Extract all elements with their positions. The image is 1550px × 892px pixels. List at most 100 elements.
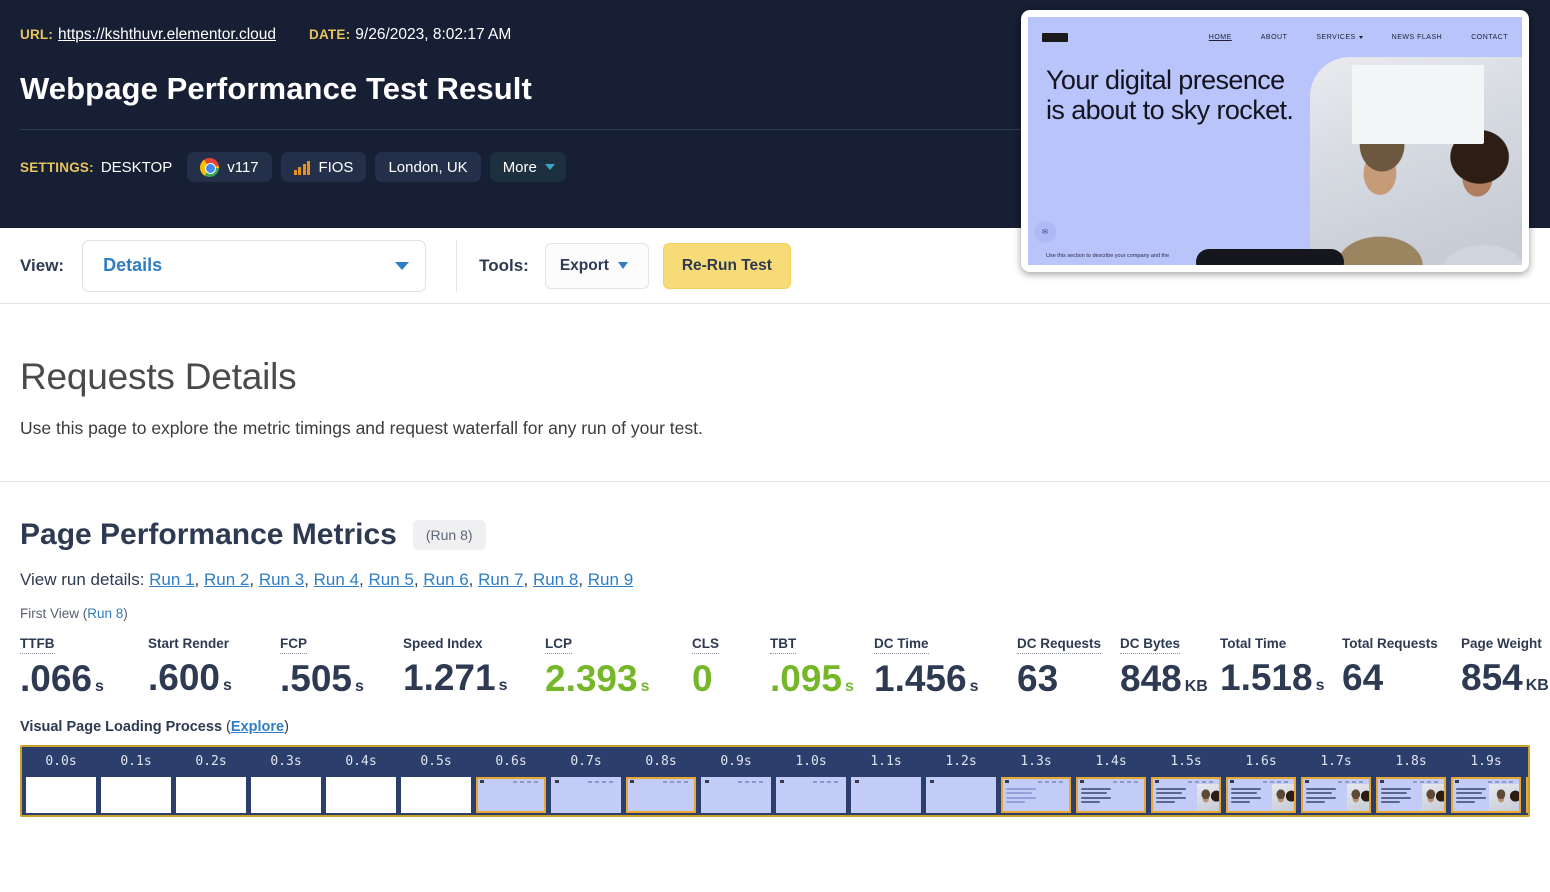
run-link-3[interactable]: Run 3 — [259, 570, 304, 589]
metric-unit: s — [845, 678, 854, 695]
metric-label[interactable]: DC Bytes — [1120, 637, 1180, 654]
run-link-4[interactable]: Run 4 — [314, 570, 359, 589]
first-view-run-link[interactable]: Run 8 — [87, 606, 123, 621]
metric-value: 64 — [1342, 659, 1461, 696]
frame-logo-mark — [1080, 780, 1084, 783]
metric-lcp: LCP2.393s — [545, 635, 692, 697]
filmstrip-frame[interactable]: 1.8s — [1376, 752, 1446, 809]
filmstrip-frame[interactable]: 0.2s — [176, 752, 246, 809]
frame-timestamp: 0.1s — [101, 752, 171, 768]
page-screenshot-preview[interactable]: HOME ABOUT SERVICES NEWS FLASH CONTACT Y… — [1021, 10, 1529, 272]
view-select[interactable]: Details — [82, 240, 426, 292]
filmstrip-frame[interactable]: 2.0s — [1526, 752, 1530, 809]
filmstrip-frame[interactable]: 0.9s — [701, 752, 771, 809]
run-link-9[interactable]: Run 9 — [588, 570, 633, 589]
frame-thumbnail — [1151, 777, 1221, 813]
metric-value: 1.271s — [403, 659, 545, 696]
metric-number: .505 — [280, 658, 352, 699]
browser-pill[interactable]: v117 — [187, 152, 271, 182]
export-button[interactable]: Export — [545, 243, 649, 289]
frame-timestamp: 1.7s — [1301, 752, 1371, 768]
frame-nav-marks — [513, 781, 541, 783]
metric-label[interactable]: LCP — [545, 637, 572, 654]
frame-logo-mark — [780, 780, 784, 783]
url-label: URL: — [20, 27, 53, 42]
signal-bars-icon — [294, 160, 311, 175]
filmstrip-frame[interactable]: 1.3s — [1001, 752, 1071, 809]
filmstrip-frame[interactable]: 0.8s — [626, 752, 696, 809]
metric-unit: KB — [1185, 678, 1208, 695]
frame-logo-mark — [1305, 780, 1309, 783]
frame-nav-marks — [1188, 781, 1216, 783]
frame-logo-mark — [1005, 780, 1009, 783]
filmstrip-frame[interactable]: 1.9s — [1451, 752, 1521, 809]
filmstrip-frame[interactable]: 0.1s — [101, 752, 171, 809]
frame-logo-mark — [480, 780, 484, 783]
filmstrip-frame[interactable]: 1.2s — [926, 752, 996, 809]
current-run-badge: (Run 8) — [413, 520, 486, 550]
metric-label[interactable]: CLS — [692, 637, 719, 654]
preview-hero-image — [1310, 57, 1522, 265]
metric-unit: s — [355, 678, 364, 695]
frame-hero-image — [1347, 784, 1369, 811]
filmstrip-frame[interactable]: 0.0s — [26, 752, 96, 809]
run-link-2[interactable]: Run 2 — [204, 570, 249, 589]
metric-dc-requests: DC Requests63 — [1017, 635, 1120, 697]
frame-timestamp: 1.1s — [851, 752, 921, 768]
filmstrip-frame[interactable]: 0.3s — [251, 752, 321, 809]
metric-label[interactable]: TTFB — [20, 637, 55, 654]
test-url-link[interactable]: https://kshthuvr.elementor.cloud — [58, 26, 276, 44]
metric-unit: KB — [1526, 677, 1549, 694]
run-link-8[interactable]: Run 8 — [533, 570, 578, 589]
metric-dc-bytes: DC Bytes848KB — [1120, 635, 1220, 697]
filmstrip-frame[interactable]: 1.7s — [1301, 752, 1371, 809]
filmstrip-frame[interactable]: 0.7s — [551, 752, 621, 809]
metric-value: 0 — [692, 660, 770, 697]
browser-version: v117 — [227, 160, 258, 175]
run-link-7[interactable]: Run 7 — [478, 570, 523, 589]
filmstrip-frame[interactable]: 1.6s — [1226, 752, 1296, 809]
more-label: More — [503, 160, 537, 175]
rerun-test-button[interactable]: Re-Run Test — [663, 243, 791, 289]
filmstrip-frame[interactable]: 1.1s — [851, 752, 921, 809]
metric-label[interactable]: DC Requests — [1017, 637, 1101, 654]
frame-timestamp: 1.8s — [1376, 752, 1446, 768]
frame-nav-marks — [1263, 781, 1291, 783]
filmstrip-frame[interactable]: 0.4s — [326, 752, 396, 809]
frame-headline-lines — [1081, 788, 1111, 806]
frame-thumbnail — [401, 777, 471, 813]
frame-thumbnail — [1301, 777, 1371, 813]
explore-link[interactable]: Explore — [231, 719, 284, 735]
metric-number: 2.393 — [545, 658, 638, 699]
location-pill[interactable]: London, UK — [375, 152, 480, 182]
run-link-6[interactable]: Run 6 — [423, 570, 468, 589]
frame-thumbnail — [251, 777, 321, 813]
requests-details-section: Requests Details Use this page to explor… — [0, 304, 1550, 482]
filmstrip-frame[interactable]: 1.4s — [1076, 752, 1146, 809]
run-links-list[interactable]: Run 1, Run 2, Run 3, Run 4, Run 5, Run 6… — [149, 570, 633, 589]
frame-hero-image — [1489, 784, 1519, 811]
more-settings-button[interactable]: More — [490, 152, 566, 182]
metric-label[interactable]: TBT — [770, 637, 796, 654]
connection-pill[interactable]: FIOS — [281, 152, 367, 182]
metric-label[interactable]: DC Time — [874, 637, 929, 654]
filmstrip-frame[interactable]: 0.6s — [476, 752, 546, 809]
metric-value: 1.518s — [1220, 659, 1342, 696]
frame-thumbnail — [551, 777, 621, 813]
separator: , — [578, 570, 587, 589]
separator: , — [414, 570, 423, 589]
filmstrip-frame[interactable]: 0.5s — [401, 752, 471, 809]
metric-label[interactable]: FCP — [280, 637, 307, 654]
filmstrip-frame[interactable]: 1.5s — [1151, 752, 1221, 809]
metric-row: TTFB.066sStart Render.600sFCP.505sSpeed … — [20, 635, 1530, 697]
frame-headline-lines — [1306, 788, 1336, 806]
preview-logo — [1042, 33, 1068, 42]
metric-unit: s — [223, 677, 232, 694]
preview-nav-services: SERVICES — [1316, 34, 1362, 41]
run-link-5[interactable]: Run 5 — [368, 570, 413, 589]
preview-nav-news: NEWS FLASH — [1392, 34, 1443, 41]
filmstrip-frame[interactable]: 1.0s — [776, 752, 846, 809]
frame-thumbnail — [1226, 777, 1296, 813]
run-link-1[interactable]: Run 1 — [149, 570, 194, 589]
filmstrip[interactable]: 0.0s 0.1s 0.2s0.3s0.4s0.5s0.6s0.7s0.8s0.9s… — [20, 745, 1530, 817]
